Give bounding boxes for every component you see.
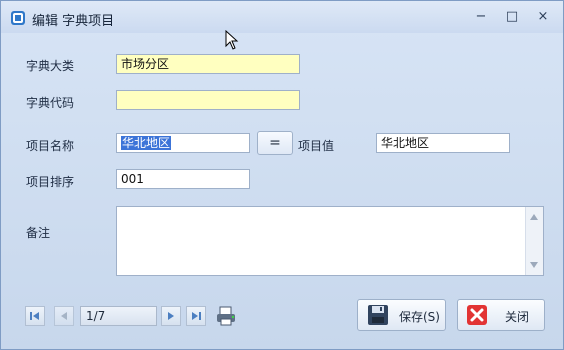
item-value-label: 项目值 xyxy=(298,139,335,153)
first-record-button[interactable] xyxy=(25,306,45,326)
equals-button[interactable]: = xyxy=(257,131,293,155)
mouse-cursor-icon xyxy=(225,30,239,50)
record-position-field: 1/7 xyxy=(80,306,157,326)
dict-code-label: 字典代码 xyxy=(26,96,75,110)
title-bar[interactable]: 编辑 字典项目 − □ × xyxy=(1,1,563,33)
restore-button[interactable]: □ xyxy=(501,8,523,26)
scroll-down-icon[interactable] xyxy=(530,262,538,268)
remarks-scrollbar[interactable] xyxy=(525,207,543,275)
minimize-icon: − xyxy=(475,9,487,24)
next-record-icon xyxy=(168,312,174,320)
previous-record-button[interactable] xyxy=(54,306,74,326)
item-order-label: 项目排序 xyxy=(26,175,75,189)
close-button-label: 关闭 xyxy=(505,310,530,324)
remarks-textarea[interactable] xyxy=(116,206,544,276)
dict-code-input[interactable] xyxy=(116,90,300,110)
dictionary-item-editor-window: 编辑 字典项目 − □ × 字典大类 市场分区 字典代码 项目名称 华北地区 =… xyxy=(0,0,564,350)
remarks-text xyxy=(117,207,543,213)
item-name-selected-text: 华北地区 xyxy=(121,136,172,150)
close-button[interactable]: 关闭 xyxy=(457,299,545,331)
save-button[interactable]: 保存(S) xyxy=(357,299,446,331)
restore-icon: □ xyxy=(505,9,519,24)
last-record-button[interactable] xyxy=(186,306,206,326)
previous-record-icon xyxy=(61,312,67,320)
print-icon[interactable] xyxy=(215,304,239,328)
dict-category-input[interactable]: 市场分区 xyxy=(116,54,300,74)
item-name-input[interactable]: 华北地区 xyxy=(116,133,250,153)
app-icon xyxy=(11,11,25,25)
close-icon: × xyxy=(537,9,549,24)
item-order-input[interactable]: 001 xyxy=(116,169,250,189)
scroll-up-icon[interactable] xyxy=(530,214,538,220)
remarks-label: 备注 xyxy=(26,226,51,240)
first-record-icon xyxy=(30,312,39,320)
close-red-icon xyxy=(467,305,487,325)
save-icon xyxy=(368,305,388,325)
minimize-button[interactable]: − xyxy=(470,8,492,26)
item-value-input[interactable]: 华北地区 xyxy=(376,133,510,153)
item-name-label: 项目名称 xyxy=(26,139,75,153)
save-button-label: 保存(S) xyxy=(399,310,440,324)
close-window-button[interactable]: × xyxy=(532,8,554,26)
next-record-button[interactable] xyxy=(161,306,181,326)
last-record-icon xyxy=(192,312,201,320)
dict-category-label: 字典大类 xyxy=(26,59,75,73)
window-title: 编辑 字典项目 xyxy=(32,14,115,29)
